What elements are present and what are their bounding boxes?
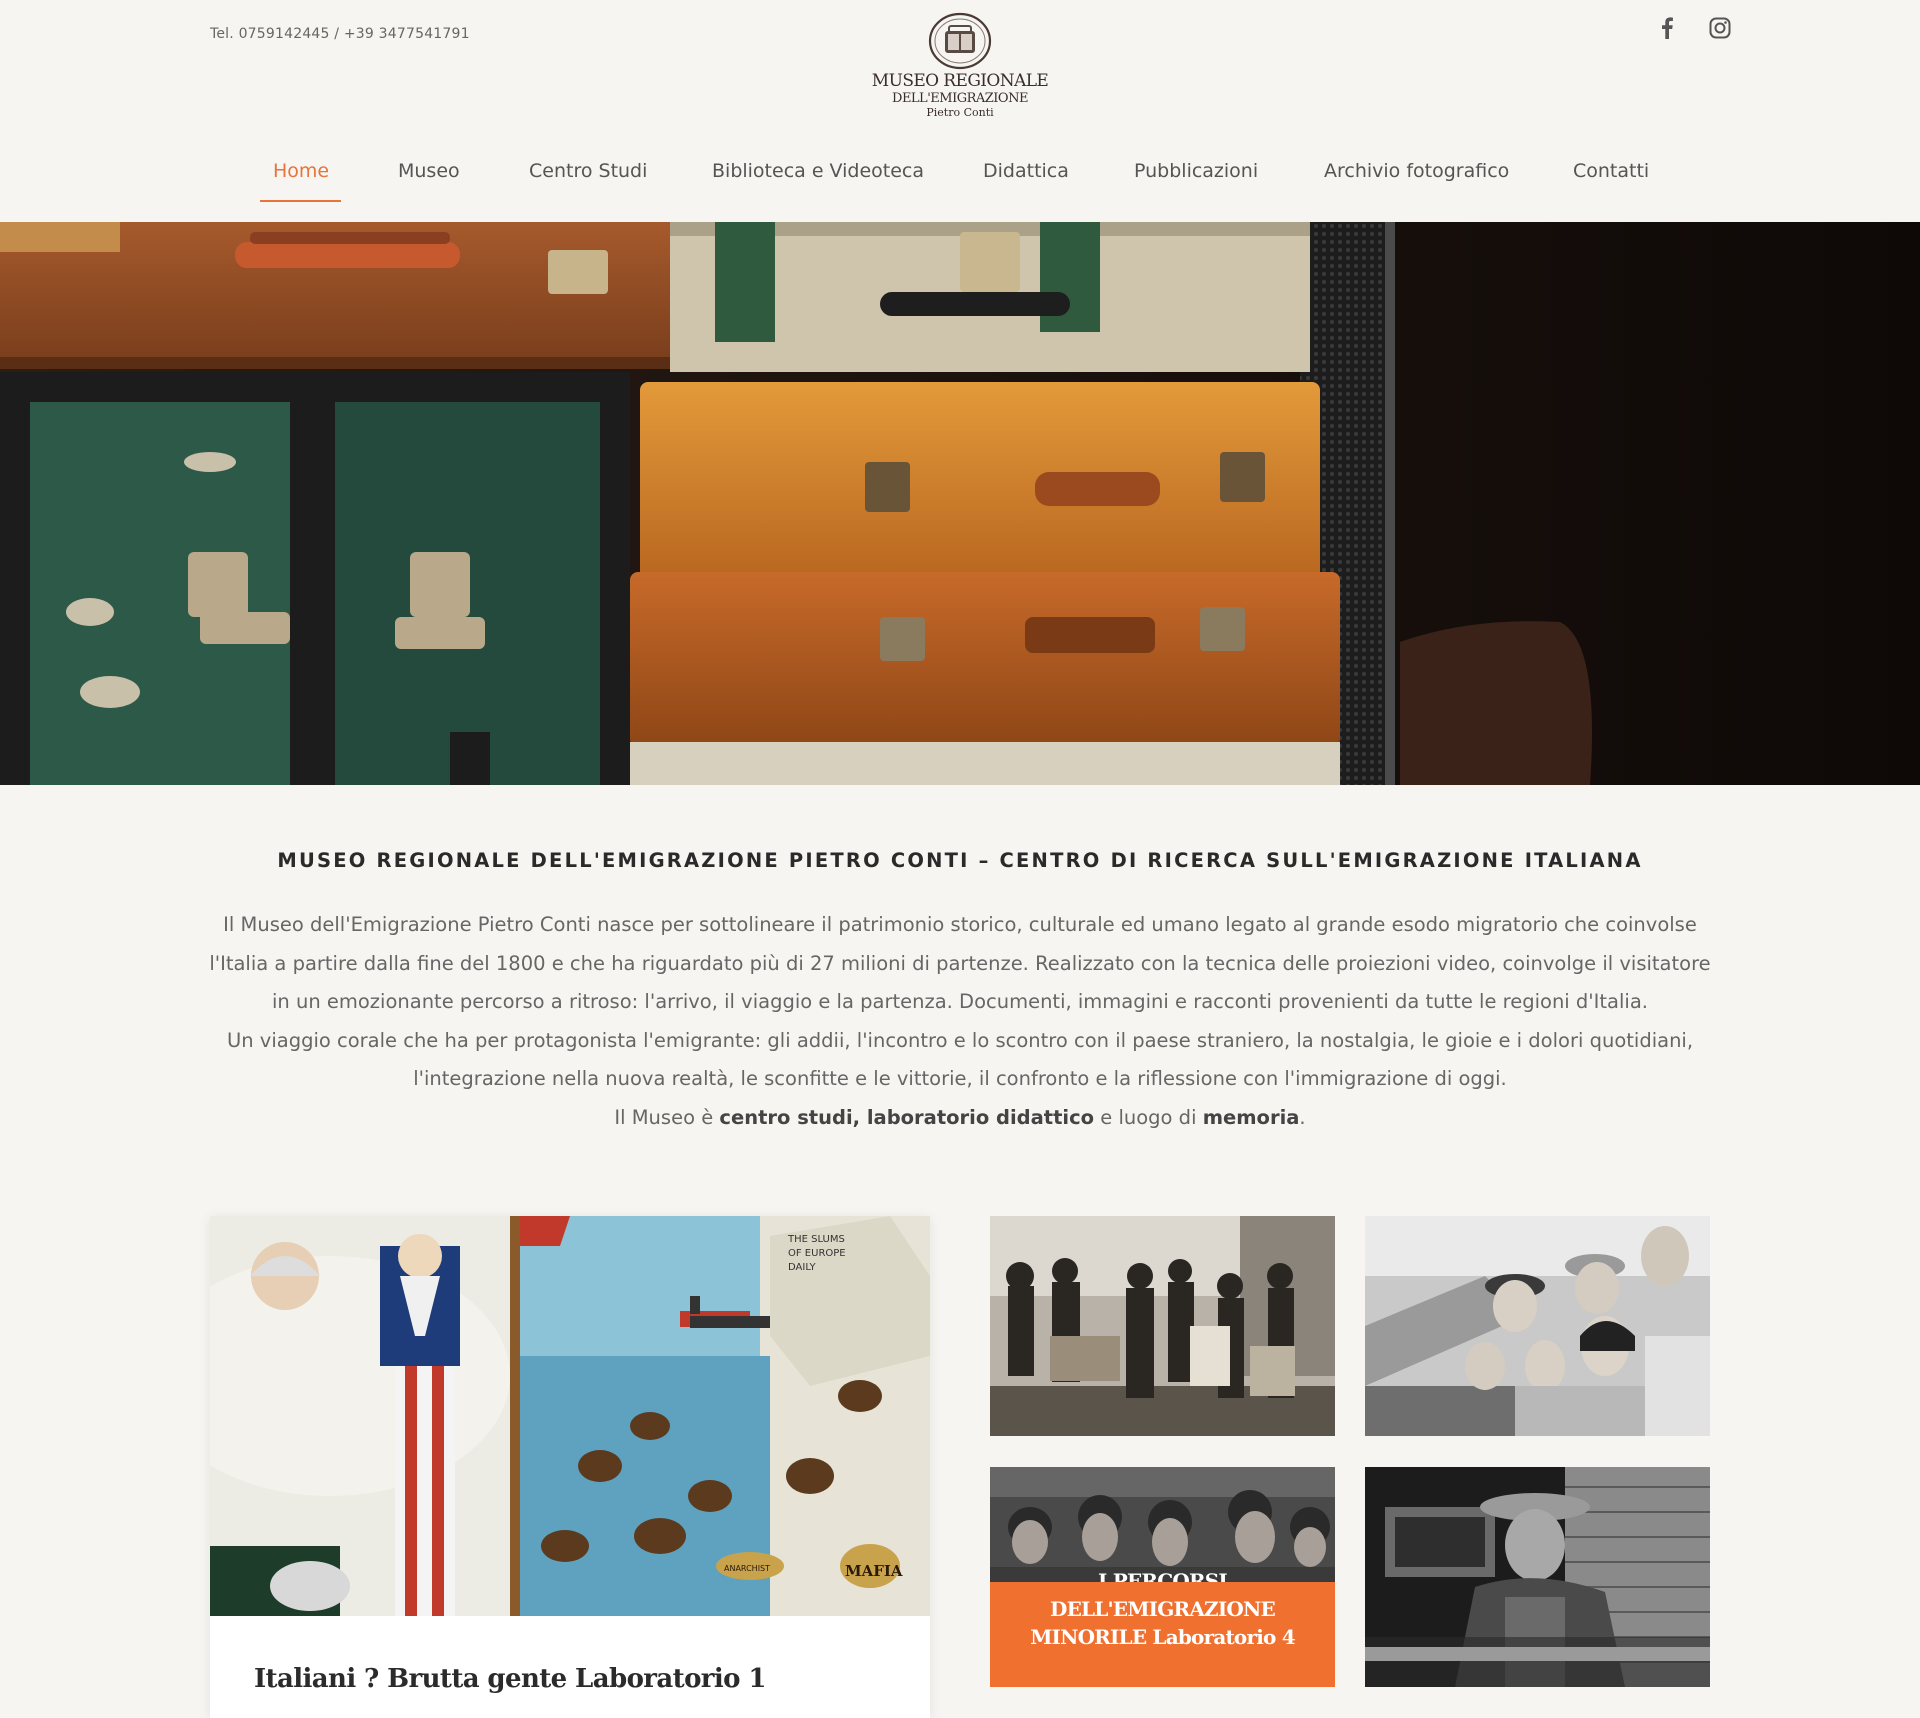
intro-title: MUSEO REGIONALE DELL'EMIGRAZIONE PIETRO … — [277, 849, 1643, 872]
intro-p3-pre: Il Museo è — [614, 1105, 720, 1129]
intro-p3-bold-1: centro studi, laboratorio didattico — [719, 1105, 1095, 1129]
logo-line-1: MUSEO REGIONALE — [871, 71, 1049, 91]
active-nav-underline — [260, 200, 341, 202]
logo-line-2: DELL'EMIGRAZIONE — [892, 91, 1028, 106]
intro-paragraph-3: Il Museo è centro studi, laboratorio did… — [205, 1099, 1715, 1138]
site-header: Tel. 0759142445 / +39 3477541791 MUSEO R… — [0, 0, 1920, 222]
phone-numbers[interactable]: Tel. 0759142445 / +39 3477541791 — [210, 26, 470, 42]
card-laboratorio-1-image: THE SLUMS OF EUROPE DAILY MAFIA ANARCHIS… — [210, 1216, 930, 1616]
cartoon-label-mafia: MAFIA — [845, 1562, 903, 1580]
main-nav: Home Museo Centro Studi Biblioteca e Vid… — [0, 150, 1920, 200]
photo-worker-miner — [1365, 1467, 1710, 1687]
laboratorio-4-title-line-2: MINORILE Laboratorio 4 — [1030, 1625, 1295, 1649]
photo-card-emigrants-faces[interactable] — [1365, 1216, 1710, 1436]
cartoon-label-anarchist: ANARCHIST — [724, 1564, 770, 1573]
card-laboratorio-1-title[interactable]: Italiani ? Brutta gente Laboratorio 1 — [254, 1664, 766, 1694]
photo-card-emigrants-arrival[interactable] — [990, 1216, 1335, 1436]
photo-emigrants-faces — [1365, 1216, 1710, 1436]
card-laboratorio-1[interactable]: THE SLUMS OF EUROPE DAILY MAFIA ANARCHIS… — [210, 1216, 930, 1718]
photo-emigrants-arrival — [990, 1216, 1335, 1436]
suitcase-logo-icon — [928, 12, 992, 70]
hero-illustration — [0, 222, 1920, 785]
instagram-icon[interactable] — [1706, 14, 1734, 42]
intro-p3-end: . — [1299, 1105, 1306, 1129]
intro-p3-mid: e luogo di — [1094, 1105, 1203, 1129]
intro-paragraph-1: Il Museo dell'Emigrazione Pietro Conti n… — [209, 913, 1711, 1013]
intro-paragraph-2: Un viaggio corale che ha per protagonist… — [226, 1028, 1694, 1091]
photo-card-worker[interactable] — [1365, 1467, 1710, 1687]
logo-line-3: Pietro Conti — [926, 106, 994, 119]
nav-item-biblioteca[interactable]: Biblioteca e Videoteca — [712, 160, 924, 182]
laboratorio-4-title-line-1: DELL'EMIGRAZIONE — [1050, 1597, 1276, 1621]
facebook-icon[interactable] — [1653, 14, 1681, 42]
nav-item-pubblicazioni[interactable]: Pubblicazioni — [1134, 160, 1258, 182]
nav-item-didattica[interactable]: Didattica — [983, 160, 1069, 182]
photo-card-laboratorio-4[interactable]: I PERCORSI DELL'EMIGRAZIONE MINORILE Lab… — [990, 1467, 1335, 1687]
intro-body: Il Museo dell'Emigrazione Pietro Conti n… — [205, 906, 1715, 1137]
nav-item-contatti[interactable]: Contatti — [1573, 160, 1649, 182]
laboratorio-4-title[interactable]: DELL'EMIGRAZIONE MINORILE Laboratorio 4 — [990, 1595, 1335, 1651]
nav-item-archivio[interactable]: Archivio fotografico — [1324, 160, 1509, 182]
nav-item-home[interactable]: Home — [273, 160, 329, 182]
intro-p3-bold-2: memoria — [1202, 1105, 1300, 1129]
hero-suitcases-image — [0, 222, 1920, 785]
nav-item-museo[interactable]: Museo — [398, 160, 460, 182]
site-logo[interactable]: MUSEO REGIONALE DELL'EMIGRAZIONE Pietro … — [855, 12, 1065, 132]
laboratorio-4-title-cutoff: I PERCORSI — [1098, 1569, 1228, 1582]
cartoon-illustration: THE SLUMS OF EUROPE DAILY MAFIA ANARCHIS… — [210, 1216, 930, 1616]
nav-item-centro-studi[interactable]: Centro Studi — [529, 160, 647, 182]
